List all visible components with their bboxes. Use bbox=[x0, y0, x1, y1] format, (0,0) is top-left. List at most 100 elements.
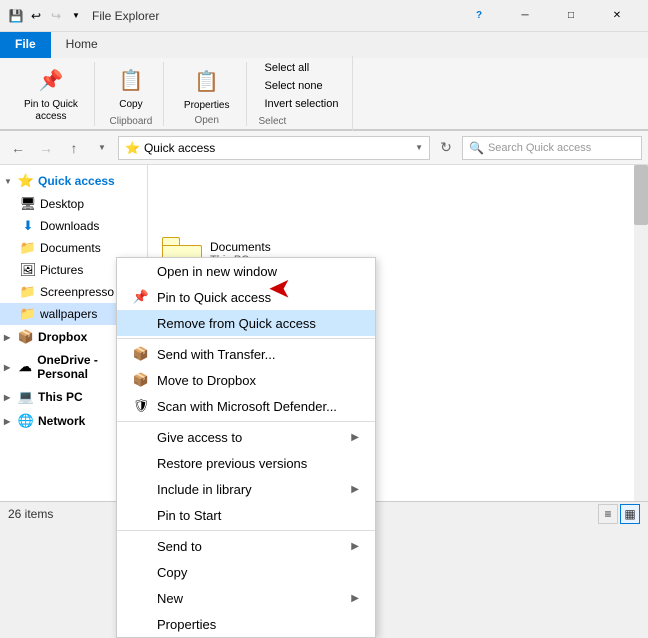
forward-button[interactable]: → bbox=[34, 136, 58, 160]
open-window-icon bbox=[133, 263, 149, 279]
copy-button[interactable]: 📋 Copy bbox=[107, 61, 155, 114]
ctx-restore-versions[interactable]: Restore previous versions bbox=[117, 450, 375, 476]
sidebar-wallpapers-label: wallpapers bbox=[40, 307, 97, 321]
sidebar-screenpresso-label: Screenpresso bbox=[40, 285, 114, 299]
sidebar-desktop-label: Desktop bbox=[40, 197, 84, 211]
pin-icon: 📌 bbox=[35, 65, 67, 97]
ctx-library-label: Include in library bbox=[157, 482, 343, 497]
search-box[interactable]: 🔍 Search Quick access bbox=[462, 136, 642, 160]
ctx-new[interactable]: New ▶ bbox=[117, 585, 375, 611]
window-controls: ? ─ □ ✕ bbox=[456, 0, 640, 32]
copy-label: Copy bbox=[119, 99, 142, 110]
back-button[interactable]: ← bbox=[6, 136, 30, 160]
recent-locations-button[interactable]: ▼ bbox=[90, 136, 114, 160]
start-pin-icon bbox=[133, 507, 149, 523]
properties-icon: 📋 bbox=[191, 66, 223, 98]
ribbon-tabs: File Home bbox=[0, 32, 648, 58]
pin-to-quick-access-button[interactable]: 📌 Pin to Quickaccess bbox=[16, 61, 86, 127]
ctx-properties[interactable]: Properties bbox=[117, 611, 375, 637]
this-pc-icon: 💻 bbox=[18, 389, 34, 405]
copy-ctx-icon bbox=[133, 564, 149, 580]
search-placeholder: Search Quick access bbox=[488, 142, 591, 154]
sidebar-downloads-label: Downloads bbox=[40, 219, 99, 233]
ctx-pin-quick-access[interactable]: 📌 Pin to Quick access bbox=[117, 284, 375, 310]
expand-icon: ▼ bbox=[4, 177, 14, 186]
ctx-copy[interactable]: Copy bbox=[117, 559, 375, 585]
sidebar-item-documents[interactable]: 📁 Documents bbox=[0, 237, 147, 259]
ctx-send-to[interactable]: Send to ▶ bbox=[117, 533, 375, 559]
ctx-transfer-label: Send with Transfer... bbox=[157, 347, 359, 362]
ctx-send-to-label: Send to bbox=[157, 539, 343, 554]
address-star-icon: ⭐ bbox=[125, 141, 140, 155]
dropdown-icon[interactable]: ▼ bbox=[68, 8, 84, 24]
help-button[interactable]: ? bbox=[456, 0, 502, 32]
library-icon bbox=[133, 481, 149, 497]
open-group: 📋 Properties Open bbox=[168, 62, 247, 126]
wallpapers-icon: 📁 bbox=[20, 306, 36, 322]
ribbon: File Home 📌 Pin to Quickaccess 📋 Copy Cl… bbox=[0, 32, 648, 131]
sidebar-item-desktop[interactable]: 🖥 Desktop bbox=[0, 193, 147, 215]
select-all-button[interactable]: Select all bbox=[259, 60, 345, 76]
tab-home[interactable]: Home bbox=[51, 32, 113, 58]
ctx-include-library[interactable]: Include in library ▶ bbox=[117, 476, 375, 502]
address-text: Quick access bbox=[144, 141, 215, 155]
ctx-new-arrow: ▶ bbox=[351, 593, 359, 604]
maximize-button[interactable]: □ bbox=[548, 0, 594, 32]
sidebar-item-quick-access[interactable]: ▼ ⭐ Quick access bbox=[0, 169, 147, 193]
ctx-scan-defender[interactable]: 🛡 Scan with Microsoft Defender... bbox=[117, 393, 375, 419]
context-menu: Open in new window 📌 Pin to Quick access… bbox=[116, 257, 376, 638]
select-none-label: Select none bbox=[265, 80, 323, 92]
ctx-open-new-window[interactable]: Open in new window bbox=[117, 258, 375, 284]
downloads-icon: ⬇ bbox=[20, 218, 36, 234]
ctx-pin-start[interactable]: Pin to Start bbox=[117, 502, 375, 528]
ctx-remove-label: Remove from Quick access bbox=[157, 316, 359, 331]
pictures-icon: 🖼 bbox=[20, 262, 36, 278]
copy-icon: 📋 bbox=[115, 65, 147, 97]
red-arrow-indicator: ➤ bbox=[268, 273, 291, 306]
ctx-remove-quick-access[interactable]: Remove from Quick access bbox=[117, 310, 375, 336]
defender-icon: 🛡 bbox=[133, 398, 149, 414]
close-button[interactable]: ✕ bbox=[594, 0, 640, 32]
properties-button[interactable]: 📋 Properties bbox=[176, 62, 238, 115]
minimize-button[interactable]: ─ bbox=[502, 0, 548, 32]
sidebar-item-downloads[interactable]: ⬇ Downloads bbox=[0, 215, 147, 237]
address-bar: ← → ↑ ▼ ⭐ Quick access ▼ ↻ 🔍 Search Quic… bbox=[0, 131, 648, 165]
ctx-defender-label: Scan with Microsoft Defender... bbox=[157, 399, 359, 414]
ctx-access-label: Give access to bbox=[157, 430, 343, 445]
details-view-button[interactable]: ▦ bbox=[620, 504, 640, 524]
invert-selection-label: Invert selection bbox=[265, 98, 339, 110]
ctx-send-transfer[interactable]: 📦 Send with Transfer... bbox=[117, 341, 375, 367]
send-to-icon bbox=[133, 538, 149, 554]
sidebar-quick-access-label: Quick access bbox=[38, 174, 115, 188]
restore-icon bbox=[133, 455, 149, 471]
select-all-label: Select all bbox=[265, 62, 310, 74]
sidebar-network-label: Network bbox=[38, 414, 85, 428]
invert-selection-button[interactable]: Invert selection bbox=[259, 96, 345, 112]
ctx-give-access[interactable]: Give access to ▶ bbox=[117, 424, 375, 450]
list-view-button[interactable]: ≡ bbox=[598, 504, 618, 524]
ribbon-content: 📌 Pin to Quickaccess 📋 Copy Clipboard 📋 … bbox=[0, 58, 648, 130]
ctx-separator-2 bbox=[117, 421, 375, 422]
main-area: ▼ ⭐ Quick access 🖥 Desktop ⬇ Downloads 📁… bbox=[0, 165, 648, 501]
ctx-copy-label: Copy bbox=[157, 565, 359, 580]
address-box[interactable]: ⭐ Quick access ▼ bbox=[118, 136, 430, 160]
select-none-button[interactable]: Select none bbox=[259, 78, 345, 94]
props-icon bbox=[133, 616, 149, 632]
this-pc-expand-icon: ▶ bbox=[4, 393, 14, 402]
title-bar-icons: 💾 ↩ ↪ ▼ bbox=[8, 8, 84, 24]
ctx-move-dropbox[interactable]: 📦 Move to Dropbox bbox=[117, 367, 375, 393]
dropbox-ctx-icon: 📦 bbox=[133, 372, 149, 388]
select-group-label: Select bbox=[259, 116, 345, 127]
sidebar-documents-label: Documents bbox=[40, 241, 101, 255]
ctx-pin-start-label: Pin to Start bbox=[157, 508, 359, 523]
scrollbar-track[interactable] bbox=[634, 165, 648, 501]
screenpresso-icon: 📁 bbox=[20, 284, 36, 300]
network-icon: 🌐 bbox=[18, 413, 34, 429]
up-button[interactable]: ↑ bbox=[62, 136, 86, 160]
tab-file[interactable]: File bbox=[0, 32, 51, 58]
refresh-button[interactable]: ↻ bbox=[434, 136, 458, 160]
sidebar-pictures-label: Pictures bbox=[40, 263, 83, 277]
scrollbar-thumb[interactable] bbox=[634, 165, 648, 225]
title-bar: 💾 ↩ ↪ ▼ File Explorer ? ─ □ ✕ bbox=[0, 0, 648, 32]
window-title: File Explorer bbox=[92, 9, 456, 23]
